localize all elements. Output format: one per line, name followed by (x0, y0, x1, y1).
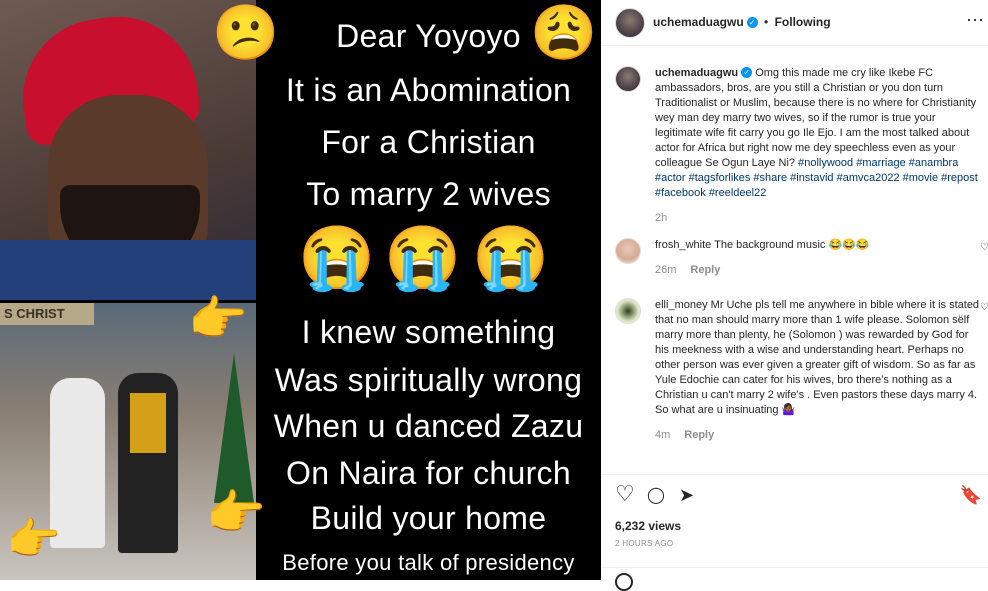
crying-face-icon: 😭 (298, 224, 376, 293)
comments-section: uchemaduagwu ✓ Omg this made me cry like … (601, 46, 988, 474)
commenter-avatar[interactable] (615, 238, 641, 264)
robe (0, 240, 256, 300)
image-line-7: When u danced Zazu (273, 408, 584, 444)
author-username[interactable]: uchemaduagwu (653, 15, 744, 29)
comment-text: Mr Uche pls tell me anywhere in bible wh… (655, 299, 980, 416)
comment-like-icon[interactable]: ♡ (980, 302, 988, 313)
image-line-5: I knew something (301, 314, 556, 350)
comment-time: 26m (655, 264, 677, 276)
author-avatar[interactable] (615, 66, 641, 92)
image-line-8: On Naira for church (286, 455, 571, 491)
image-line-3: For a Christian (321, 124, 536, 160)
comment-username[interactable]: elli_money (655, 299, 708, 311)
reply-button[interactable]: Reply (690, 264, 720, 276)
divider (601, 567, 988, 568)
author-avatar[interactable] (615, 8, 645, 38)
comment-like-icon[interactable]: ♡ (980, 242, 988, 253)
save-icon[interactable]: 🔖 (960, 485, 982, 506)
post-media[interactable]: S CHRIST Dear Yoyoyo It is an Abominatio… (0, 0, 601, 580)
person-dancing (118, 373, 178, 553)
image-line-10: Before you talk of presidency (282, 550, 575, 575)
comment-username[interactable]: frosh_white (655, 239, 711, 251)
christmas-tree (214, 353, 254, 503)
point-right-icon: 👉 (6, 515, 61, 564)
crying-face-icon: 😭 (384, 224, 462, 293)
verified-badge-icon: ✓ (741, 67, 753, 78)
like-icon[interactable]: ♡ (615, 481, 635, 507)
crying-face-icon: 😭 (472, 224, 550, 293)
emoji-picker-icon[interactable] (615, 573, 633, 591)
caption-username[interactable]: uchemaduagwu (655, 67, 738, 79)
point-right-icon: 👉 (188, 293, 248, 346)
following-button[interactable]: Following (775, 15, 831, 29)
image-line-6: Was spiritually wrong (274, 362, 583, 398)
share-icon[interactable]: ➤ (679, 485, 694, 506)
image-line-9: Build your home (310, 500, 547, 536)
point-right-icon: 👉 (206, 487, 266, 540)
verified-badge-icon: ✓ (746, 17, 758, 28)
view-count[interactable]: 6,232 views (615, 519, 681, 533)
church-banner: S CHRIST (0, 303, 94, 325)
caption-text: Omg this made me cry like Ikebe FC ambas… (655, 67, 977, 169)
annoyed-face-icon: 😩 (530, 3, 598, 63)
comment-text: The background music 😂😂😂 (714, 239, 870, 251)
post-header: uchemaduagwu ✓ • Following ⋯ (601, 0, 988, 46)
caption-time: 2h (655, 212, 668, 224)
comment-icon[interactable]: ◯ (647, 485, 665, 505)
image-line-4: To marry 2 wives (306, 176, 551, 212)
image-line-2: It is an Abomination (285, 72, 572, 108)
more-options-icon[interactable]: ⋯ (966, 10, 984, 31)
post-actions: ♡ ◯ ➤ 🔖 6,232 views 2 HOURS AGO (601, 474, 988, 591)
post-date: 2 HOURS AGO (615, 539, 674, 548)
separator-dot: • (764, 15, 769, 29)
commenter-avatar[interactable] (615, 298, 641, 324)
sad-face-icon: 😕 (212, 3, 280, 63)
reply-button[interactable]: Reply (684, 429, 714, 441)
comment-time: 4m (655, 429, 671, 441)
